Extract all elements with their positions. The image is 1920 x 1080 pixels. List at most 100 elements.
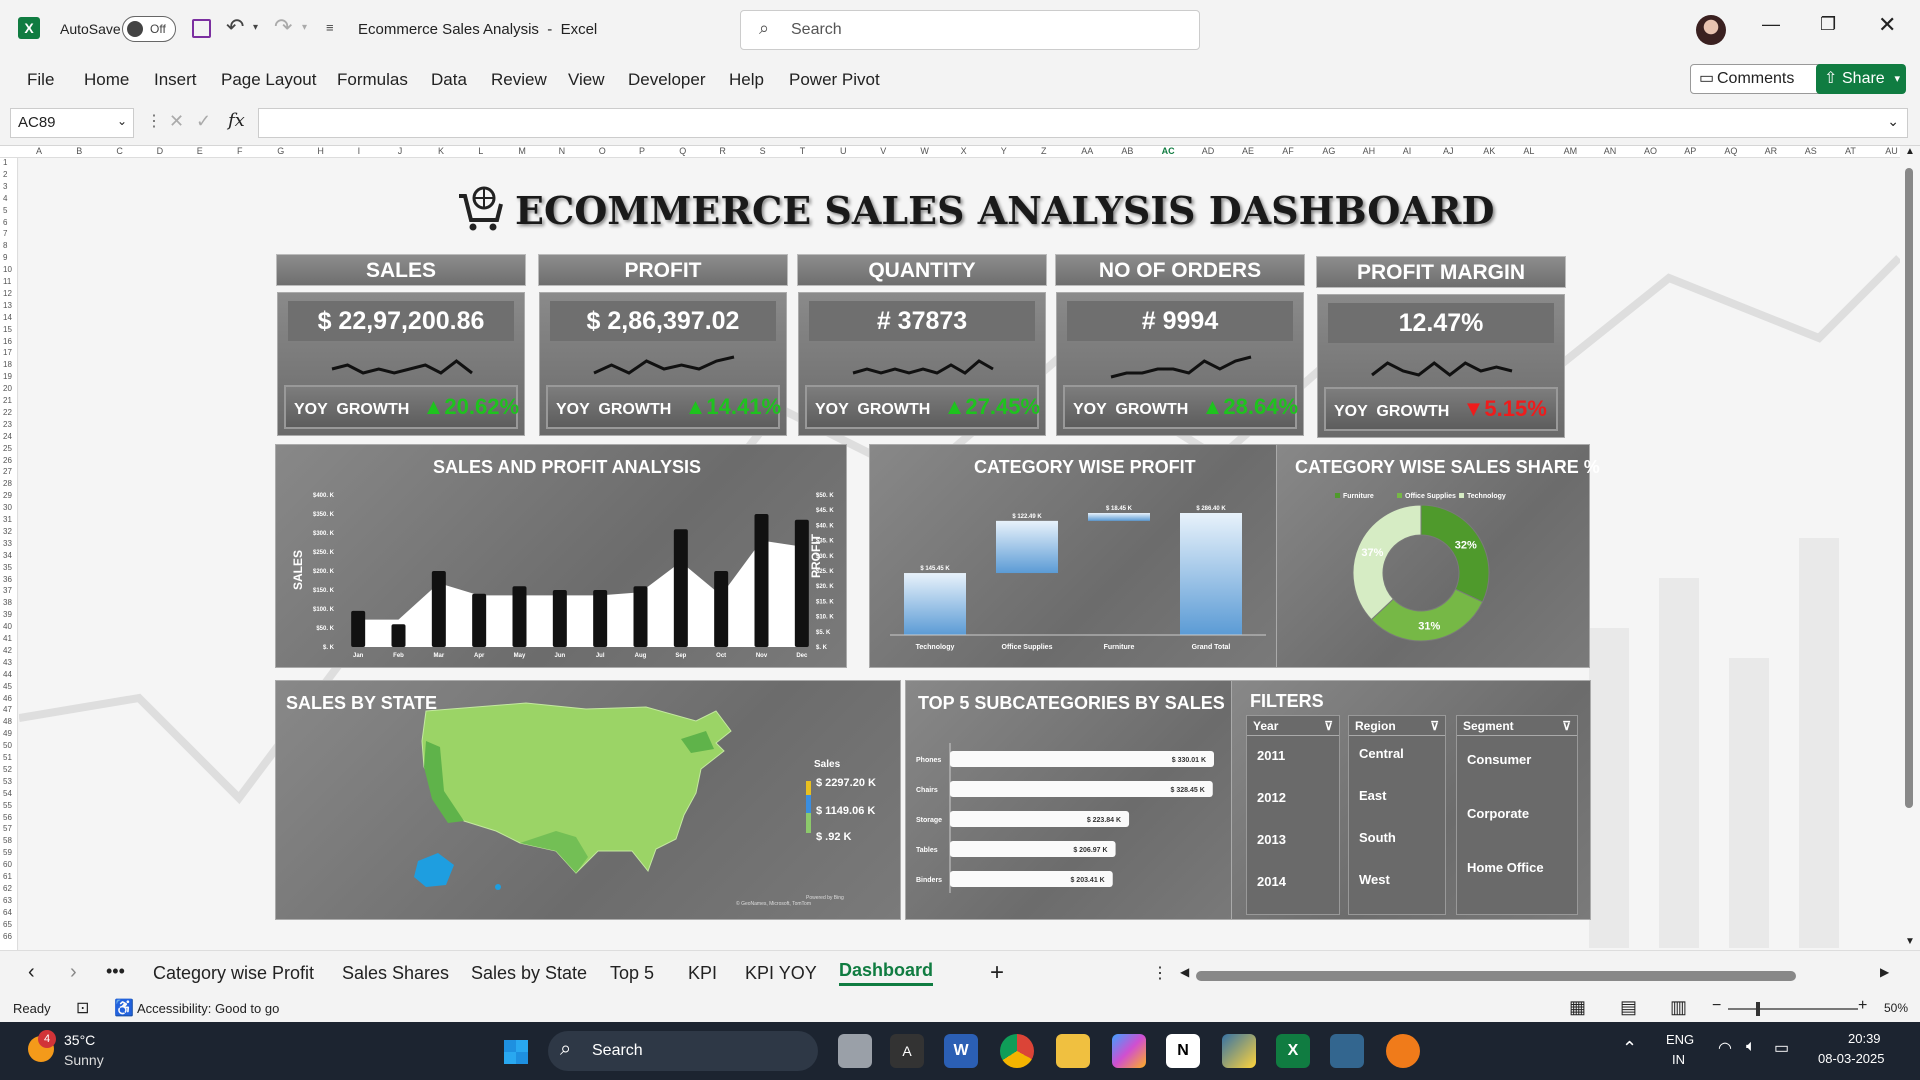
slicer-item-corporate[interactable]: Corporate: [1467, 806, 1529, 821]
column-header[interactable]: J: [398, 146, 403, 156]
column-header[interactable]: AD: [1202, 146, 1215, 156]
zoom-in-icon[interactable]: +: [1858, 997, 1867, 1015]
search-box[interactable]: ⌕ Search: [740, 10, 1200, 50]
column-header[interactable]: AR: [1765, 146, 1778, 156]
tab-file[interactable]: File: [27, 70, 54, 90]
sheet-tab-sales-shares[interactable]: Sales Shares: [342, 963, 449, 984]
column-header[interactable]: Z: [1041, 146, 1047, 156]
row-header[interactable]: 55: [3, 801, 12, 810]
top5-panel[interactable]: TOP 5 SUBCATEGORIES BY SALES $ 330.01 KP…: [905, 680, 1251, 920]
tab-page-layout[interactable]: Page Layout: [221, 70, 316, 90]
task-view-icon[interactable]: [838, 1034, 872, 1068]
row-header[interactable]: 30: [3, 503, 12, 512]
row-header[interactable]: 47: [3, 705, 12, 714]
row-header[interactable]: 1: [3, 158, 7, 167]
row-header[interactable]: 61: [3, 872, 12, 881]
column-header[interactable]: AT: [1845, 146, 1856, 156]
insert-function-icon[interactable]: fx: [228, 110, 245, 131]
row-header[interactable]: 10: [3, 265, 12, 274]
app-a-icon[interactable]: A: [890, 1034, 924, 1068]
column-header[interactable]: Q: [679, 146, 686, 156]
file-explorer-icon[interactable]: [1056, 1034, 1090, 1068]
row-header[interactable]: 20: [3, 384, 12, 393]
row-header[interactable]: 38: [3, 598, 12, 607]
page-break-view-icon[interactable]: ▥: [1670, 997, 1687, 1018]
column-header[interactable]: AO: [1644, 146, 1657, 156]
row-header[interactable]: 12: [3, 289, 12, 298]
tab-developer[interactable]: Developer: [628, 70, 706, 90]
column-header[interactable]: AP: [1684, 146, 1696, 156]
clock-date[interactable]: 08-03-2025: [1818, 1051, 1885, 1066]
row-header[interactable]: 5: [3, 206, 7, 215]
slicer-item-2014[interactable]: 2014: [1257, 874, 1286, 889]
share-button[interactable]: ⇧ Share ▾: [1816, 64, 1906, 94]
column-header[interactable]: P: [639, 146, 645, 156]
region-slicer[interactable]: Region ⊽ Central East South West: [1348, 715, 1446, 915]
row-header[interactable]: 51: [3, 753, 12, 762]
sheet-tab-kpi[interactable]: KPI: [688, 963, 717, 984]
row-header[interactable]: 2: [3, 170, 7, 179]
close-icon[interactable]: ✕: [1878, 12, 1896, 38]
minimize-icon[interactable]: —: [1762, 14, 1780, 35]
vertical-scrollbar[interactable]: ▲ ▼: [1900, 146, 1920, 950]
row-header[interactable]: 3: [3, 182, 7, 191]
column-header[interactable]: AN: [1604, 146, 1617, 156]
slicer-item-2012[interactable]: 2012: [1257, 790, 1286, 805]
column-header[interactable]: B: [76, 146, 82, 156]
clear-filter-icon[interactable]: ⊽: [1324, 719, 1333, 733]
year-slicer[interactable]: Year ⊽ 2011 2012 2013 2014: [1246, 715, 1340, 915]
column-header[interactable]: T: [800, 146, 806, 156]
column-header[interactable]: E: [197, 146, 203, 156]
column-header[interactable]: R: [719, 146, 726, 156]
clear-filter-icon[interactable]: ⊽: [1562, 719, 1571, 733]
row-header[interactable]: 23: [3, 420, 12, 429]
formula-input[interactable]: ⌄: [258, 108, 1908, 138]
row-header[interactable]: 57: [3, 824, 12, 833]
slicer-item-central[interactable]: Central: [1359, 746, 1404, 761]
row-header[interactable]: 21: [3, 396, 12, 405]
column-header[interactable]: AH: [1363, 146, 1376, 156]
save-icon[interactable]: [192, 19, 211, 38]
excel-taskbar-icon[interactable]: X: [1276, 1034, 1310, 1068]
slicer-item-2011[interactable]: 2011: [1257, 748, 1285, 763]
row-header[interactable]: 60: [3, 860, 12, 869]
slicer-item-home-office[interactable]: Home Office: [1467, 860, 1544, 875]
row-header[interactable]: 32: [3, 527, 12, 536]
zoom-slider-thumb[interactable]: [1756, 1002, 1760, 1016]
zoom-out-icon[interactable]: −: [1712, 997, 1721, 1015]
tab-view[interactable]: View: [568, 70, 605, 90]
column-header[interactable]: D: [157, 146, 164, 156]
column-header[interactable]: AJ: [1443, 146, 1454, 156]
redo-dropdown-icon[interactable]: ▾: [302, 22, 307, 33]
scroll-down-icon[interactable]: ▼: [1905, 936, 1915, 947]
row-header[interactable]: 48: [3, 717, 12, 726]
row-header[interactable]: 22: [3, 408, 12, 417]
row-header[interactable]: 13: [3, 301, 12, 310]
worksheet-canvas[interactable]: ECOMMERCE SALES ANALYSIS DASHBOARD SALES…: [19, 158, 1900, 950]
row-header[interactable]: 33: [3, 539, 12, 548]
row-header[interactable]: 43: [3, 658, 12, 667]
column-header[interactable]: X: [961, 146, 967, 156]
column-header[interactable]: AB: [1121, 146, 1133, 156]
add-sheet-icon[interactable]: +: [990, 959, 1004, 987]
row-header[interactable]: 44: [3, 670, 12, 679]
row-header[interactable]: 39: [3, 610, 12, 619]
tab-options-icon[interactable]: ⋮: [1152, 963, 1168, 983]
sales-by-state-panel[interactable]: SALES BY STATE Sales $ 2297.20 K $ 1149.…: [275, 680, 901, 920]
row-header[interactable]: 65: [3, 920, 12, 929]
enter-icon[interactable]: ✓: [196, 111, 211, 132]
slicer-item-2013[interactable]: 2013: [1257, 832, 1286, 847]
notion-icon[interactable]: N: [1166, 1034, 1200, 1068]
column-header[interactable]: G: [277, 146, 284, 156]
slicer-item-west[interactable]: West: [1359, 872, 1390, 887]
column-header[interactable]: M: [518, 146, 526, 156]
row-header[interactable]: 59: [3, 848, 12, 857]
column-header[interactable]: W: [920, 146, 929, 156]
tray-chevron-icon[interactable]: ⌃: [1622, 1038, 1637, 1059]
tab-review[interactable]: Review: [491, 70, 547, 90]
column-header[interactable]: AL: [1523, 146, 1534, 156]
column-header[interactable]: AI: [1403, 146, 1412, 156]
cancel-icon[interactable]: ✕: [169, 111, 184, 132]
zoom-level[interactable]: 50%: [1884, 1001, 1908, 1015]
wifi-icon[interactable]: ◠: [1718, 1038, 1732, 1058]
